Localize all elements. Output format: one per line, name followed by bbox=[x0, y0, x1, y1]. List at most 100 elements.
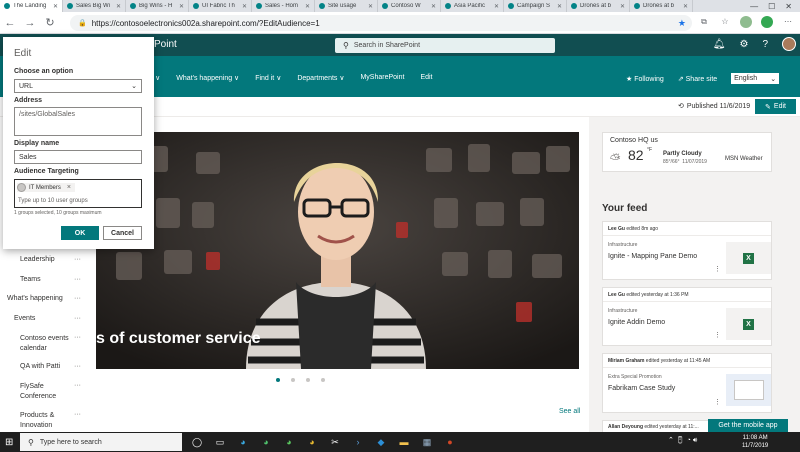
close-tab-icon[interactable]: ✕ bbox=[557, 3, 562, 10]
feed-card[interactable]: Lee Gu edited yesterday at 1:36 PM Infra… bbox=[602, 287, 772, 346]
close-tab-icon[interactable]: ✕ bbox=[431, 3, 436, 10]
cancel-button[interactable]: Cancel bbox=[103, 226, 142, 240]
edge-canary-icon[interactable]: ◕ bbox=[304, 434, 320, 450]
leftnav-item-teams[interactable]: Teams bbox=[20, 276, 41, 283]
multitask-icon[interactable]: ▭ bbox=[212, 434, 228, 450]
minimize-icon[interactable]: — bbox=[750, 2, 758, 11]
browser-tab[interactable]: Site usage ✕ bbox=[315, 0, 378, 12]
browser-tab[interactable]: Contoso W ✕ bbox=[378, 0, 441, 12]
edge-beta-icon[interactable]: ◕ bbox=[258, 434, 274, 450]
more-options-icon[interactable]: ··· bbox=[74, 315, 81, 322]
remove-chip-icon[interactable]: × bbox=[67, 184, 71, 191]
carousel-dot[interactable] bbox=[306, 378, 310, 382]
browser-tab[interactable]: Drones at b ✕ bbox=[567, 0, 630, 12]
refresh-icon[interactable]: ↻ bbox=[40, 16, 60, 29]
leftnav-item-flysafe[interactable]: FlySafe Conference bbox=[20, 382, 72, 402]
leftnav-item-events[interactable]: Events bbox=[14, 315, 35, 322]
more-options-icon[interactable]: ··· bbox=[74, 382, 81, 389]
ok-button[interactable]: OK bbox=[61, 226, 99, 240]
collections-icon[interactable]: ⧉ bbox=[698, 16, 710, 28]
back-icon[interactable]: ← bbox=[0, 17, 20, 29]
more-options-icon[interactable]: ··· bbox=[74, 295, 81, 302]
edge-dev-icon[interactable]: ◕ bbox=[281, 434, 297, 450]
snipping-tool-icon[interactable]: ✂ bbox=[327, 434, 343, 450]
carousel-dot[interactable] bbox=[291, 378, 295, 382]
help-icon[interactable]: ? bbox=[762, 39, 768, 50]
browser-tab[interactable]: Sales - Hom ✕ bbox=[252, 0, 315, 12]
file-explorer-icon[interactable]: ▬ bbox=[396, 434, 412, 450]
leftnav-item-leadership[interactable]: Leadership bbox=[20, 256, 55, 263]
maximize-icon[interactable]: ☐ bbox=[768, 2, 775, 11]
page-edit-button[interactable]: ✎ Edit bbox=[755, 99, 796, 114]
nav-item-mysharepoint[interactable]: MySharePoint bbox=[360, 74, 404, 82]
leftnav-item-contoso-events[interactable]: Contoso events calendar bbox=[20, 334, 72, 354]
menu-icon[interactable]: ⋯ bbox=[782, 16, 794, 28]
more-options-icon[interactable]: ··· bbox=[74, 334, 81, 341]
windows-start-icon[interactable]: ⊞ bbox=[5, 437, 13, 448]
following-button[interactable]: ★ Following bbox=[626, 75, 664, 83]
close-tab-icon[interactable]: ✕ bbox=[683, 3, 688, 10]
browser-tab[interactable]: UI Fabric Th ✕ bbox=[189, 0, 252, 12]
user-avatar[interactable] bbox=[782, 37, 796, 51]
browser-tab[interactable]: Drones at b ✕ bbox=[630, 0, 693, 12]
more-options-icon[interactable]: ··· bbox=[74, 411, 81, 418]
more-options-icon[interactable]: ··· bbox=[74, 363, 81, 370]
carousel-dot[interactable] bbox=[276, 378, 280, 382]
leftnav-item-qa-with-patti[interactable]: QA with Patti bbox=[20, 363, 60, 370]
more-options-icon[interactable]: ⋮ bbox=[714, 398, 721, 406]
settings-gear-icon[interactable]: ⚙ bbox=[739, 39, 748, 50]
clock[interactable]: 11:08 AM 11/7/2019 bbox=[742, 434, 768, 450]
forward-icon[interactable]: → bbox=[20, 17, 40, 29]
nav-item-whats-happening[interactable]: What's happening ∨ bbox=[176, 74, 239, 82]
edge-icon[interactable]: ◕ bbox=[235, 434, 251, 450]
language-select[interactable]: English ⌄ bbox=[731, 73, 780, 84]
photos-icon[interactable]: ▦ bbox=[419, 434, 435, 450]
extension-icon[interactable] bbox=[761, 16, 773, 28]
nav-item-find-it[interactable]: Find it ∨ bbox=[255, 74, 281, 82]
feed-card[interactable]: Miriam Graham edited yesterday at 11:45 … bbox=[602, 353, 772, 413]
close-tab-icon[interactable]: ✕ bbox=[305, 3, 310, 10]
more-options-icon[interactable]: ⋮ bbox=[714, 265, 721, 273]
audience-chip[interactable]: IT Members × bbox=[17, 183, 75, 192]
powershell-icon[interactable]: › bbox=[350, 434, 366, 450]
browser-tab[interactable]: Asia Pacific ✕ bbox=[441, 0, 504, 12]
close-tab-icon[interactable]: ✕ bbox=[116, 3, 121, 10]
profile-icon[interactable] bbox=[740, 16, 752, 28]
url-field[interactable]: 🔒 https://contosoelectronics002a.sharepo… bbox=[70, 15, 692, 31]
more-options-icon[interactable]: ··· bbox=[74, 276, 81, 283]
browser-tab[interactable]: Big Wins - H ✕ bbox=[126, 0, 189, 12]
close-icon[interactable]: ✕ bbox=[785, 2, 792, 11]
close-tab-icon[interactable]: ✕ bbox=[368, 3, 373, 10]
option-dropdown[interactable]: URL ⌄ bbox=[14, 79, 142, 93]
more-options-icon[interactable]: ⋮ bbox=[714, 331, 721, 339]
display-name-field[interactable]: Sales bbox=[14, 150, 142, 164]
browser-tab[interactable]: The Landing ✕ bbox=[0, 0, 63, 12]
close-tab-icon[interactable]: ✕ bbox=[53, 3, 58, 10]
address-field[interactable]: /sites/GlobalSales bbox=[14, 107, 142, 136]
nav-item-edit[interactable]: Edit bbox=[420, 74, 432, 82]
close-tab-icon[interactable]: ✕ bbox=[494, 3, 499, 10]
get-mobile-app-button[interactable]: Get the mobile app bbox=[708, 419, 788, 432]
leftnav-item-products-innovation[interactable]: Products & Innovation bbox=[20, 411, 72, 431]
sharepoint-search-box[interactable]: ⚲ Search in SharePoint bbox=[335, 38, 555, 53]
bookmark-star-icon[interactable]: ★ bbox=[678, 18, 686, 29]
vscode-icon[interactable]: ◆ bbox=[373, 434, 389, 450]
favorites-icon[interactable]: ☆ bbox=[719, 16, 731, 28]
powerpoint-icon[interactable]: ● bbox=[442, 434, 458, 450]
close-tab-icon[interactable]: ✕ bbox=[179, 3, 184, 10]
close-tab-icon[interactable]: ✕ bbox=[242, 3, 247, 10]
browser-tab[interactable]: Campaign S ✕ bbox=[504, 0, 567, 12]
share-site-button[interactable]: ⇗ Share site bbox=[678, 75, 717, 83]
suite-app-name[interactable]: Point bbox=[154, 39, 177, 50]
see-all-link[interactable]: See all bbox=[559, 408, 580, 415]
nav-item-departments[interactable]: Departments ∨ bbox=[297, 74, 344, 82]
taskbar-search[interactable]: ⚲ Type here to search bbox=[20, 433, 182, 451]
more-options-icon[interactable]: ··· bbox=[74, 256, 81, 263]
browser-tab[interactable]: Sales Big Wi ✕ bbox=[63, 0, 126, 12]
audience-picker[interactable]: IT Members × Type up to 10 user groups bbox=[14, 179, 142, 208]
weather-card[interactable]: Contoso HQ us ⛅︎ 82 °F Partly Cloudy 85°… bbox=[602, 132, 772, 172]
task-view-icon[interactable]: ◯ bbox=[189, 434, 205, 450]
carousel-dot[interactable] bbox=[321, 378, 325, 382]
leftnav-item-whats-happening[interactable]: What's happening bbox=[7, 295, 63, 302]
close-tab-icon[interactable]: ✕ bbox=[620, 3, 625, 10]
